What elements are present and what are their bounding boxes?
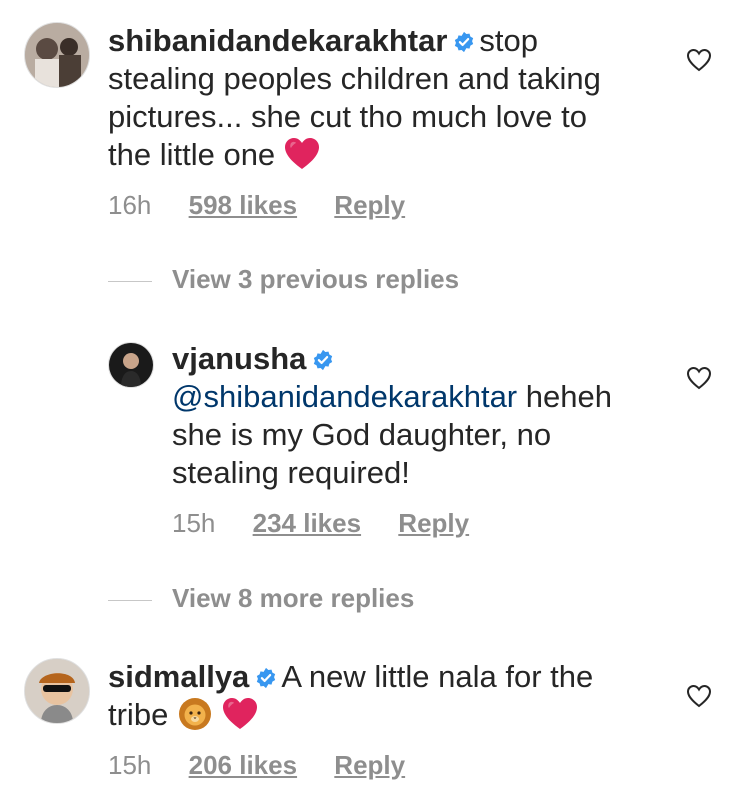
comment-text-line: the little one bbox=[108, 137, 276, 172]
comment-text-line: she is my God daughter, no bbox=[172, 417, 552, 452]
reply-button[interactable]: Reply bbox=[334, 750, 405, 781]
username[interactable]: sidmallya bbox=[108, 659, 249, 694]
view-more-replies-button[interactable]: View 8 more replies bbox=[172, 583, 414, 614]
likes-count[interactable]: 234 likes bbox=[253, 508, 361, 539]
heart-outline-icon[interactable] bbox=[686, 684, 712, 708]
mention-link[interactable]: @shibanidandekarakhtar bbox=[172, 379, 517, 414]
view-previous-replies-button[interactable]: View 3 previous replies bbox=[172, 264, 459, 295]
heart-outline-icon[interactable] bbox=[686, 48, 712, 72]
verified-badge-icon bbox=[312, 349, 334, 371]
likes-count[interactable]: 206 likes bbox=[189, 750, 297, 781]
comment-text-line: stealing required! bbox=[172, 455, 410, 490]
username[interactable]: vjanusha bbox=[172, 341, 306, 376]
avatar[interactable] bbox=[24, 22, 90, 88]
comment-text-line: heheh bbox=[525, 379, 612, 414]
comment-meta: 16h 598 likes Reply bbox=[108, 190, 405, 221]
reply-button[interactable]: Reply bbox=[398, 508, 469, 539]
comment-body: shibanidandekarakhtar stop stealing peopl… bbox=[108, 22, 668, 174]
timestamp: 15h bbox=[108, 750, 152, 780]
replies-divider bbox=[108, 600, 152, 601]
red-heart-emoji bbox=[222, 697, 258, 731]
comment-text-line: tribe bbox=[108, 697, 169, 732]
comment-body: sidmallya A new little nala for the tribe bbox=[108, 658, 668, 734]
comment-shibani: shibanidandekarakhtar stop stealing peopl… bbox=[0, 0, 756, 240]
comment-meta: 15h 234 likes Reply bbox=[172, 508, 469, 539]
comment-text-line: pictures... she cut tho much love to bbox=[108, 99, 588, 134]
timestamp: 15h bbox=[172, 508, 216, 538]
red-heart-emoji bbox=[284, 137, 320, 171]
timestamp: 16h bbox=[108, 190, 152, 220]
lion-face-emoji bbox=[177, 697, 213, 731]
heart-outline-icon[interactable] bbox=[686, 366, 712, 390]
verified-badge-icon bbox=[453, 31, 475, 53]
comment-text-line: A new little nala for the bbox=[281, 659, 594, 694]
comment-text-line: stop bbox=[479, 23, 539, 58]
username[interactable]: shibanidandekarakhtar bbox=[108, 23, 447, 58]
avatar[interactable] bbox=[24, 658, 90, 724]
comment-body: vjanusha @shibanidandekarakhtar heheh sh… bbox=[172, 340, 672, 492]
comment-meta: 15h 206 likes Reply bbox=[108, 750, 405, 781]
verified-badge-icon bbox=[255, 667, 277, 689]
avatar[interactable] bbox=[108, 342, 154, 388]
likes-count[interactable]: 598 likes bbox=[189, 190, 297, 221]
reply-button[interactable]: Reply bbox=[334, 190, 405, 221]
replies-divider bbox=[108, 281, 152, 282]
comment-text-line: stealing peoples children and taking bbox=[108, 61, 601, 96]
